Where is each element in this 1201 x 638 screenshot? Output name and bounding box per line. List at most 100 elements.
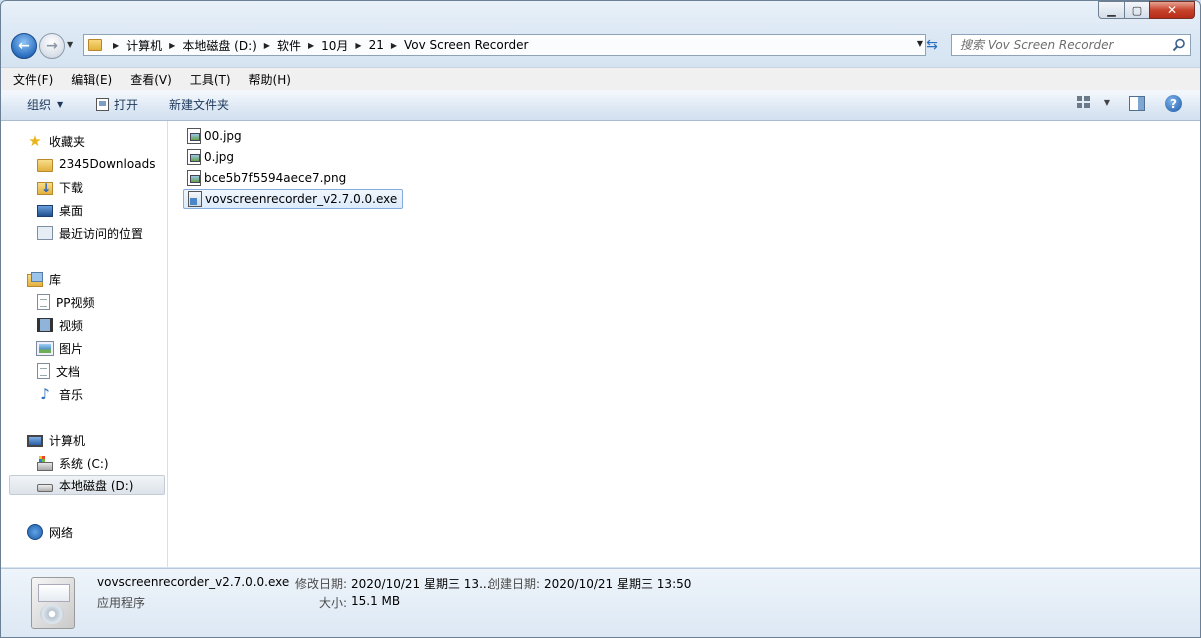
recent-places-icon	[37, 226, 53, 240]
help-icon: ?	[1170, 96, 1177, 111]
sidebar-item-downloads[interactable]: 下载	[37, 177, 83, 197]
chevron-down-icon[interactable]: ▼	[1104, 98, 1110, 107]
chevron-right-icon[interactable]: ▶	[348, 41, 368, 50]
star-icon: ★	[28, 132, 42, 150]
refresh-button[interactable]: ⇆	[921, 34, 943, 56]
file-item[interactable]: bce5b7f5594aece7.png	[187, 168, 346, 188]
breadcrumb-item[interactable]: 本地磁盘 (D:)	[182, 37, 256, 54]
details-created-label: 创建日期:	[488, 577, 541, 591]
search-input[interactable]	[960, 36, 1160, 54]
chevron-down-icon: ▼	[67, 40, 74, 49]
file-name: 0.jpg	[204, 150, 235, 164]
sidebar-item-2345downloads[interactable]: 2345Downloads	[37, 154, 155, 174]
minimize-icon: ▁	[1107, 3, 1116, 17]
drive-icon	[37, 484, 53, 492]
menu-help[interactable]: 帮助(H)	[249, 71, 291, 88]
details-size-value: 15.1 MB	[351, 594, 401, 608]
details-size-label: 大小:	[319, 596, 348, 610]
breadcrumb-item[interactable]: 21	[369, 38, 384, 52]
menu-bar: 文件(F) 编辑(E) 查看(V) 工具(T) 帮助(H)	[1, 67, 1200, 90]
desktop-icon	[37, 205, 53, 217]
sidebar-item-pictures[interactable]: 图片	[36, 338, 84, 358]
breadcrumb-item[interactable]: 软件	[277, 37, 301, 54]
maximize-icon: ▢	[1131, 3, 1143, 17]
sidebar-item-music[interactable]: ♪ 音乐	[37, 384, 83, 404]
chevron-right-icon[interactable]: ▶	[384, 41, 404, 50]
menu-file[interactable]: 文件(F)	[13, 71, 53, 88]
menu-edit[interactable]: 编辑(E)	[71, 71, 112, 88]
forward-button[interactable]: →	[39, 33, 65, 59]
search-icon[interactable]	[1172, 38, 1186, 52]
sidebar-libraries[interactable]: 库	[27, 269, 61, 289]
document-icon	[37, 363, 50, 379]
computer-icon	[27, 434, 43, 447]
arrow-left-icon: ←	[18, 38, 30, 54]
help-button[interactable]: ?	[1165, 95, 1182, 112]
chevron-right-icon[interactable]: ▶	[301, 41, 321, 50]
sidebar-item-documents[interactable]: 文档	[37, 361, 80, 381]
sidebar-item-label: 图片	[59, 341, 84, 356]
close-icon: ✕	[1166, 3, 1178, 17]
breadcrumb-item[interactable]: Vov Screen Recorder	[404, 38, 528, 52]
sidebar-favorites[interactable]: ★ 收藏夹	[27, 131, 85, 151]
close-button[interactable]: ✕	[1149, 1, 1195, 19]
sidebar-item-pp-video[interactable]: PP视频	[37, 292, 94, 312]
chevron-right-icon[interactable]: ▶	[106, 41, 126, 50]
sidebar-item-label: 文档	[56, 364, 81, 379]
recent-pages-button[interactable]: ▼	[67, 40, 73, 49]
change-view-button[interactable]: ▼	[1076, 96, 1110, 108]
menu-view[interactable]: 查看(V)	[130, 71, 172, 88]
breadcrumb: ▶ 计算机 ▶ 本地磁盘 (D:) ▶ 软件 ▶ 10月 ▶ 21 ▶ Vov …	[106, 35, 528, 55]
sidebar-item-drive-c[interactable]: 系统 (C:)	[37, 453, 109, 473]
folder-icon	[37, 158, 53, 172]
sidebar-item-label: 下载	[59, 180, 84, 195]
file-item[interactable]: 00.jpg	[187, 126, 242, 146]
music-icon: ♪	[40, 385, 50, 403]
chevron-down-icon: ▼	[57, 100, 64, 109]
installer-icon	[31, 577, 75, 629]
sidebar-item-label: 本地磁盘 (D:)	[59, 478, 134, 493]
sidebar-item-videos[interactable]: 视频	[37, 315, 83, 335]
details-created-value: 2020/10/21 星期三 13:50	[544, 577, 692, 591]
menu-tools[interactable]: 工具(T)	[190, 71, 231, 88]
sidebar-item-label: 2345Downloads	[59, 157, 156, 171]
sidebar-network[interactable]: 网络	[27, 522, 73, 542]
breadcrumb-item[interactable]: 10月	[321, 37, 348, 54]
open-button[interactable]: 打开	[96, 96, 138, 113]
views-icon	[1076, 96, 1090, 108]
file-item[interactable]: 0.jpg	[187, 147, 234, 167]
sidebar-item-recent-places[interactable]: 最近访问的位置	[37, 223, 143, 243]
file-item-selected[interactable]: vovscreenrecorder_v2.7.0.0.exe	[183, 189, 404, 209]
file-list: 00.jpg 0.jpg bce5b7f5594aece7.png vovscr…	[168, 121, 1200, 567]
breadcrumb-item[interactable]: 计算机	[126, 37, 162, 54]
chevron-right-icon[interactable]: ▶	[257, 41, 277, 50]
preview-pane-button[interactable]	[1129, 96, 1145, 111]
library-icon	[27, 271, 43, 287]
details-pane: vovscreenrecorder_v2.7.0.0.exe 应用程序 修改日期…	[1, 568, 1200, 637]
minimize-button[interactable]: ▁	[1098, 1, 1124, 19]
sidebar-item-label: 网络	[49, 525, 74, 540]
navigation-pane: ★ 收藏夹 2345Downloads 下载 桌面 最近访问的位置 库 PP视频	[1, 121, 168, 567]
organize-button[interactable]: 组织 ▼	[27, 96, 63, 113]
sidebar-item-drive-d[interactable]: 本地磁盘 (D:)	[9, 475, 165, 495]
details-modified-value: 2020/10/21 星期三 13...	[351, 577, 491, 591]
download-folder-icon	[37, 181, 53, 195]
sidebar-item-label: 音乐	[59, 387, 84, 402]
file-name: bce5b7f5594aece7.png	[204, 171, 347, 185]
chevron-right-icon[interactable]: ▶	[162, 41, 182, 50]
details-file-type: 应用程序	[97, 596, 146, 610]
maximize-button[interactable]: ▢	[1124, 1, 1149, 19]
sidebar-item-label: 计算机	[49, 433, 86, 448]
details-file-name: vovscreenrecorder_v2.7.0.0.exe	[97, 575, 290, 589]
search-box[interactable]	[951, 34, 1191, 56]
navigation-bar: ← → ▼ ▶ 计算机 ▶ 本地磁盘 (D:) ▶ 软件 ▶ 10月 ▶ 21 …	[9, 31, 1191, 61]
back-button[interactable]: ←	[11, 33, 37, 59]
sidebar-computer[interactable]: 计算机	[27, 430, 85, 450]
folder-icon	[88, 39, 102, 51]
sidebar-item-desktop[interactable]: 桌面	[37, 200, 83, 220]
image-file-icon	[187, 128, 201, 144]
file-name: 00.jpg	[204, 129, 242, 143]
new-folder-button[interactable]: 新建文件夹	[169, 96, 229, 113]
picture-icon	[36, 341, 54, 356]
address-bar[interactable]: ▶ 计算机 ▶ 本地磁盘 (D:) ▶ 软件 ▶ 10月 ▶ 21 ▶ Vov …	[83, 34, 926, 56]
